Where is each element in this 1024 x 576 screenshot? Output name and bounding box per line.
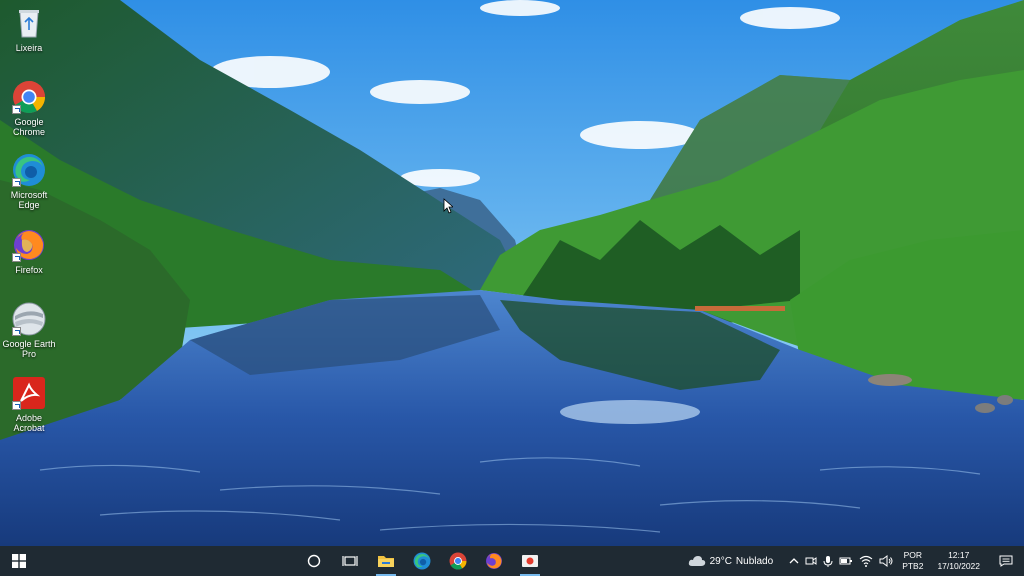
tray-meet-now-button[interactable] (802, 546, 820, 576)
desktop-icon-label: Firefox (15, 265, 43, 275)
notification-center-button[interactable] (988, 546, 1024, 576)
language-indicator[interactable]: POR PTB2 (896, 546, 929, 576)
start-button[interactable] (0, 546, 38, 576)
task-view-button[interactable] (332, 546, 368, 576)
recycle-bin-icon (12, 6, 46, 40)
desktop-icon-microsoft-edge[interactable]: Microsoft Edge (0, 153, 58, 210)
clock-time: 12:17 (948, 550, 970, 560)
show-hidden-icons-button[interactable] (786, 546, 802, 576)
shortcut-arrow-icon (12, 401, 21, 410)
desktop-icon-label: Google Chrome (12, 117, 45, 137)
shortcut-arrow-icon (12, 178, 21, 187)
clock[interactable]: 12:17 17/10/2022 (929, 546, 988, 576)
weather-widget[interactable]: 29°C Nublado (685, 546, 777, 576)
chrome-icon (12, 80, 46, 114)
task-view-icon (342, 556, 358, 566)
taskbar-file-explorer[interactable] (368, 546, 404, 576)
wifi-icon (859, 555, 873, 567)
screen-recorder-icon (522, 555, 538, 567)
desktop-icon-label: Lixeira (15, 43, 43, 53)
taskbar-chrome[interactable] (440, 546, 476, 576)
file-explorer-icon (378, 556, 394, 567)
taskbar-edge[interactable] (404, 546, 440, 576)
speaker-icon (879, 555, 893, 567)
edge-icon (12, 153, 46, 187)
desktop-icon-adobe-acrobat[interactable]: Adobe Acrobat (0, 376, 58, 433)
shortcut-arrow-icon (12, 105, 21, 114)
tray-battery-button[interactable] (836, 546, 856, 576)
taskbar-screen-recorder[interactable] (512, 546, 548, 576)
desktop-icon-firefox[interactable]: Firefox (0, 228, 58, 275)
meet-now-icon (805, 557, 817, 565)
battery-plug-icon (839, 557, 853, 565)
language-code: POR (903, 550, 923, 560)
cloud-icon (688, 556, 705, 566)
taskbar: 29°C Nublado POR PTB2 12:17 17/10/2022 (0, 546, 1024, 576)
desktop-icon-label: Adobe Acrobat (13, 413, 45, 433)
desktop-icon-label: Google Earth Pro (2, 339, 56, 359)
desktop-icon-label: Microsoft Edge (10, 190, 48, 210)
desktop-icon-google-earth-pro[interactable]: Google Earth Pro (0, 302, 58, 359)
firefox-icon (12, 228, 46, 262)
chrome-icon (449, 552, 467, 570)
taskbar-apps (296, 546, 548, 576)
taskbar-firefox[interactable] (476, 546, 512, 576)
google-earth-icon (12, 302, 46, 336)
weather-temp: 29°C (709, 555, 732, 567)
chevron-up-icon (789, 558, 799, 564)
wallpaper-image (0, 0, 1024, 546)
notification-icon (999, 555, 1013, 567)
tray-network-button[interactable] (856, 546, 876, 576)
clock-date: 17/10/2022 (937, 561, 980, 571)
firefox-icon (486, 553, 502, 569)
desktop-icon-google-chrome[interactable]: Google Chrome (0, 80, 58, 137)
desktop: Lixeira Google Chrome Microsoft Edge Fir… (0, 0, 1024, 546)
edge-icon (413, 552, 431, 570)
tray-microphone-button[interactable] (820, 546, 836, 576)
mouse-cursor-icon (443, 198, 453, 214)
keyboard-layout: PTB2 (902, 561, 924, 571)
shortcut-arrow-icon (12, 253, 21, 262)
tray-volume-button[interactable] (876, 546, 896, 576)
search-circle-icon (307, 554, 321, 568)
search-button[interactable] (296, 546, 332, 576)
windows-logo-icon (12, 554, 26, 568)
desktop-icon-recycle-bin[interactable]: Lixeira (0, 6, 58, 53)
acrobat-icon (12, 376, 46, 410)
shortcut-arrow-icon (12, 327, 21, 336)
weather-condition: Nublado (735, 555, 774, 567)
microphone-icon (823, 556, 833, 567)
system-tray: 29°C Nublado POR PTB2 12:17 17/10/2022 (685, 546, 1024, 576)
